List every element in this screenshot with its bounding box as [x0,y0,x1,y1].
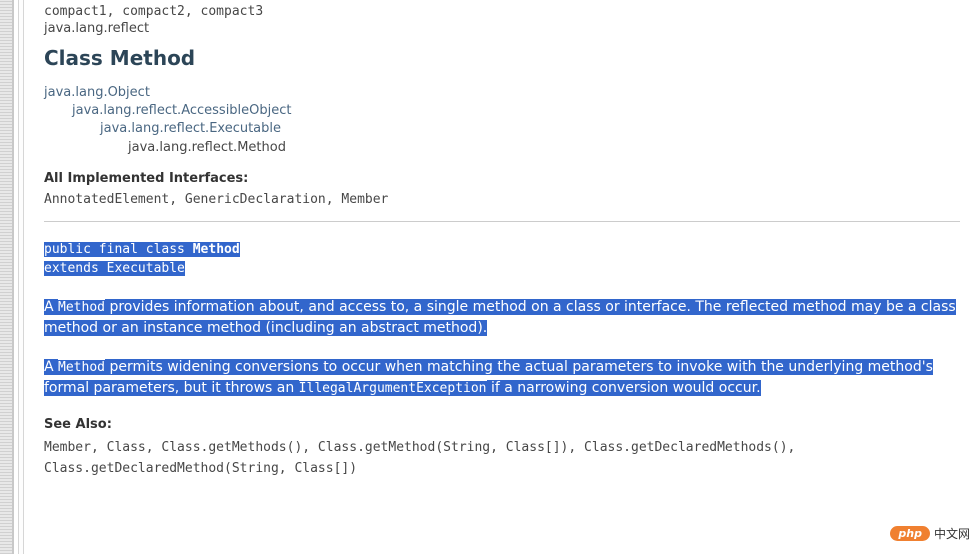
decl-extends: extends Executable [44,261,185,276]
d2-p1: A [44,359,58,375]
see-also-list: Member, Class, Class.getMethods(), Class… [44,438,960,480]
d2-exception-mono: IllegalArgumentException [299,381,487,396]
description-para-2: A Method permits widening conversions to… [44,357,960,399]
inheritance-tree: java.lang.Object java.lang.reflect.Acces… [44,84,960,157]
d2-p3: if a narrowing conversion would occur. [487,380,761,396]
class-declaration: public final class Method extends Execut… [44,240,960,279]
d1-p2: provides information about, and access t… [44,299,956,336]
package-line: java.lang.reflect [44,21,960,36]
watermark-text: 中文网 [934,525,970,542]
javadoc-content: compact1, compact2, compact3 java.lang.r… [44,0,960,554]
see-also-label: See Also: [44,417,960,432]
profiles-line: compact1, compact2, compact3 [44,4,960,19]
class-title: Class Method [44,46,960,70]
watermark-logo: php [890,526,930,541]
description-para-1: A Method provides information about, and… [44,297,960,339]
watermark: php 中文网 [890,525,970,542]
frame-left-border [0,0,14,554]
implemented-interfaces-list: AnnotatedElement, GenericDeclaration, Me… [44,192,960,207]
divider [44,221,960,222]
implemented-interfaces-label: All Implemented Interfaces: [44,171,960,186]
decl-modifiers: public final class [44,242,193,257]
d2-method-mono: Method [58,360,105,375]
decl-classname: Method [193,242,240,257]
inheritance-l3: java.lang.reflect.Method [44,139,960,157]
inheritance-l2[interactable]: java.lang.reflect.Executable [44,120,960,138]
frame-inner-border [18,0,24,554]
d1-p1: A [44,299,58,315]
inheritance-l1[interactable]: java.lang.reflect.AccessibleObject [44,102,960,120]
inheritance-l0[interactable]: java.lang.Object [44,84,960,102]
d1-method-mono: Method [58,300,105,315]
